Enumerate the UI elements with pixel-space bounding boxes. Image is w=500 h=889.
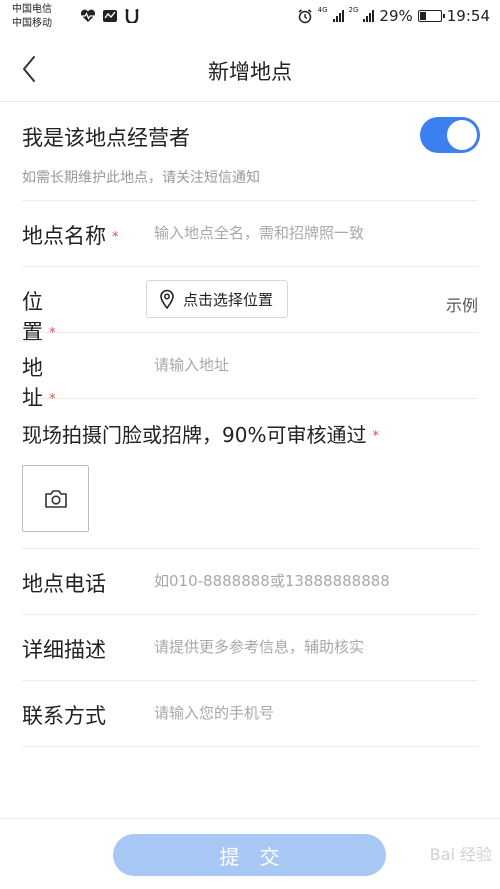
battery-percent: 29% xyxy=(379,7,413,25)
notification-icon xyxy=(124,9,140,23)
owner-toggle[interactable] xyxy=(420,117,480,153)
clock: 19:54 xyxy=(446,7,490,25)
carrier-2: 中国移动 xyxy=(12,18,52,29)
phone-row: 地点电话 xyxy=(22,549,478,615)
page-title: 新增地点 xyxy=(208,60,292,84)
contact-input[interactable] xyxy=(154,704,454,722)
description-row: 详细描述 xyxy=(22,615,478,681)
owner-hint: 如需长期维护此地点，请关注短信通知 xyxy=(22,170,260,186)
toggle-knob xyxy=(447,120,477,150)
example-link[interactable]: 示例 xyxy=(446,292,478,316)
name-label: 地点名称 * xyxy=(22,224,119,248)
description-label: 详细描述 xyxy=(22,638,106,662)
phone-label: 地点电话 xyxy=(22,572,106,596)
phone-input[interactable] xyxy=(154,572,454,590)
carrier-1: 中国电信 xyxy=(12,4,52,15)
network-2g-label: 2G xyxy=(348,6,359,14)
heart-rate-icon xyxy=(80,9,96,23)
owner-label: 我是该地点经营者 xyxy=(22,126,190,150)
description-input[interactable] xyxy=(154,638,454,656)
signal-icon-2 xyxy=(363,10,375,22)
notification-icons xyxy=(80,9,140,23)
name-row: 地点名称 * xyxy=(22,201,478,267)
owner-section: 我是该地点经营者 如需长期维护此地点，请关注短信通知 xyxy=(22,103,480,201)
address-row: 地址* xyxy=(22,333,478,410)
required-mark: * xyxy=(112,230,119,245)
activity-icon xyxy=(102,9,118,23)
select-location-label: 点击选择位置 xyxy=(183,290,274,309)
camera-icon xyxy=(44,489,67,508)
nav-header: 新增地点 xyxy=(0,36,500,102)
name-input[interactable] xyxy=(154,224,454,242)
required-mark: * xyxy=(372,429,379,444)
position-row: 位置* 点击选择位置 示例 xyxy=(22,267,478,344)
address-input[interactable] xyxy=(154,356,454,374)
photo-upload-button[interactable] xyxy=(22,465,89,532)
contact-row: 联系方式 xyxy=(22,681,478,747)
watermark: Bai 经验 xyxy=(429,845,492,864)
alarm-icon xyxy=(297,9,313,24)
contact-label: 联系方式 xyxy=(22,704,106,728)
signal-icon xyxy=(332,10,344,22)
battery-fill xyxy=(419,12,427,20)
carrier-info: 中国电信 中国移动 xyxy=(12,3,52,31)
footer: 提交 Bai 经验 xyxy=(0,818,500,889)
status-bar: 中国电信 中国移动 4G 2G 29% 19:54 xyxy=(0,0,500,36)
submit-button[interactable]: 提交 xyxy=(113,834,386,876)
map-pin-icon xyxy=(160,289,174,309)
system-status: 4G 2G 29% 19:54 xyxy=(297,6,490,25)
select-location-button[interactable]: 点击选择位置 xyxy=(146,280,289,318)
network-4g-label: 4G xyxy=(317,6,328,14)
photo-row: 现场拍摄门脸或招牌，90%可审核通过 * xyxy=(22,399,478,549)
photo-label: 现场拍摄门脸或招牌，90%可审核通过 * xyxy=(22,423,379,447)
battery-icon xyxy=(417,10,445,22)
